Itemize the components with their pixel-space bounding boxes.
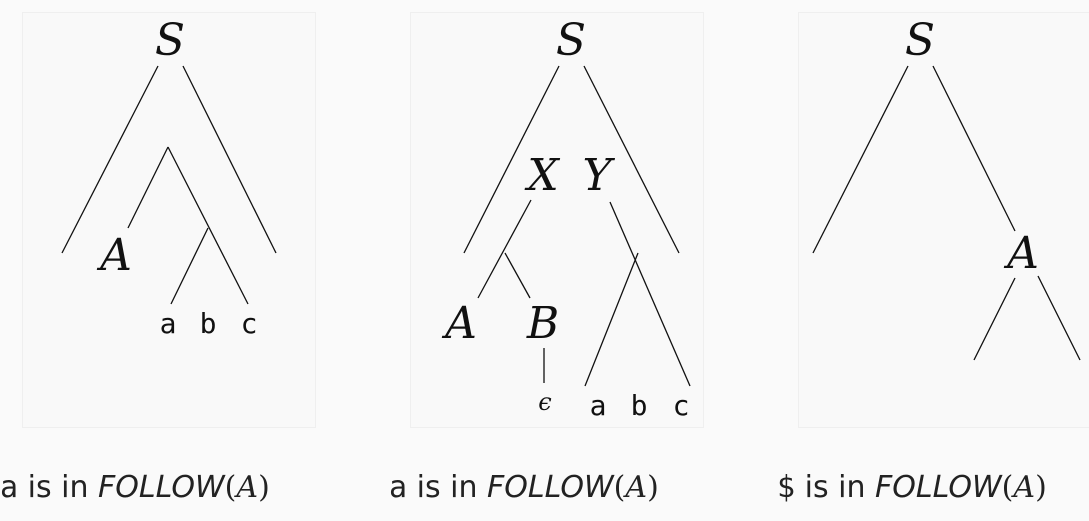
- caption-text: is in: [416, 470, 478, 505]
- caption-func: FOLLOW: [487, 470, 614, 505]
- tree-3: S A: [812, 15, 1081, 361]
- terminal-b: b: [200, 307, 217, 340]
- edge: [932, 65, 1016, 232]
- nonterminal-A: A: [1003, 228, 1039, 279]
- edge: [170, 227, 209, 305]
- terminal-a: a: [590, 389, 607, 422]
- caption-3: $ is in FOLLOW(A): [777, 470, 1047, 505]
- caption-symbol: $: [777, 470, 796, 505]
- tree-2: S X Y A B ϵ a b c: [441, 15, 691, 422]
- edge: [61, 65, 159, 254]
- nonterminal-X: X: [524, 150, 560, 201]
- caption-text: is in: [804, 470, 866, 505]
- derivation-trees: S A a b c S X Y A B ϵ a b c S A: [61, 15, 1081, 422]
- epsilon-symbol: ϵ: [538, 388, 551, 416]
- terminal-a: a: [160, 307, 177, 340]
- edge: [182, 65, 277, 254]
- caption-arg: A: [1013, 470, 1036, 505]
- edge: [504, 252, 531, 299]
- terminal-b: b: [631, 389, 648, 422]
- terminal-c: c: [241, 307, 258, 340]
- nonterminal-B: B: [526, 298, 559, 349]
- caption-arg: A: [236, 470, 259, 505]
- nonterminal-Y: Y: [582, 150, 615, 201]
- edge: [167, 146, 249, 305]
- caption-text: is in: [27, 470, 89, 505]
- nonterminal-A: A: [441, 298, 477, 349]
- caption-symbol: a: [0, 470, 19, 505]
- caption-1: a is in FOLLOW(A): [0, 470, 270, 505]
- root-symbol: S: [155, 15, 185, 66]
- edge: [1037, 275, 1081, 361]
- caption-2: a is in FOLLOW(A): [389, 470, 659, 505]
- edge: [477, 199, 532, 299]
- caption-symbol: a: [389, 470, 408, 505]
- caption-func: FOLLOW: [875, 470, 1002, 505]
- edge: [812, 65, 909, 254]
- terminal-c: c: [673, 389, 690, 422]
- tree-1: S A a b c: [61, 15, 277, 340]
- root-symbol: S: [905, 15, 935, 66]
- root-symbol: S: [556, 15, 586, 66]
- edge: [584, 252, 639, 387]
- nonterminal-A: A: [96, 230, 132, 281]
- edge: [973, 277, 1016, 361]
- edge: [127, 146, 169, 229]
- caption-func: FOLLOW: [98, 470, 225, 505]
- caption-arg: A: [625, 470, 648, 505]
